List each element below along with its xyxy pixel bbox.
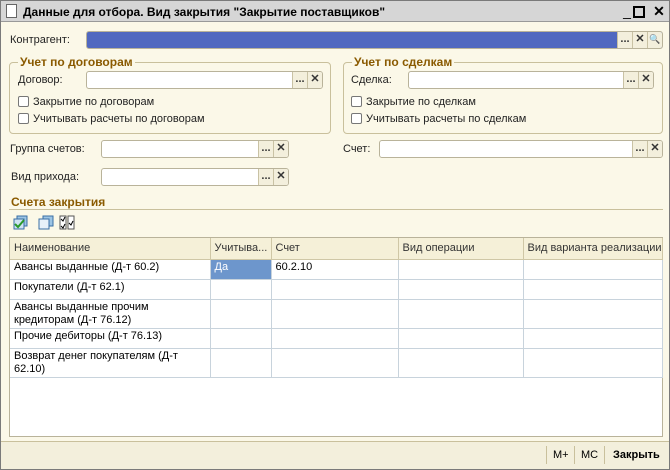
cell-name[interactable]: Авансы выданные (Д-т 60.2)	[10, 259, 211, 280]
account-by-deals-checkbox[interactable]	[351, 113, 362, 124]
section-divider	[9, 209, 663, 210]
memory-clear-button[interactable]: MC	[581, 449, 598, 461]
cell-consider[interactable]	[210, 299, 272, 329]
cell-consider[interactable]	[210, 348, 272, 378]
kontragent-clear-button[interactable]: ✕	[632, 32, 647, 48]
cell-realization-variant[interactable]	[523, 328, 663, 349]
cell-operation-type[interactable]	[398, 259, 524, 280]
table-header-row: Наименование Учитыва... Счет Вид операци…	[10, 238, 663, 260]
income-type-field[interactable]: ... ✕	[101, 168, 289, 186]
close-by-contracts-checkbox[interactable]	[18, 96, 29, 107]
account-label: Счет:	[343, 143, 371, 155]
separator	[546, 446, 547, 464]
group-contracts-title: Учет по договорам	[18, 55, 135, 69]
cell-account[interactable]	[271, 299, 399, 329]
account-group-label: Группа счетов:	[10, 143, 85, 155]
account-by-contracts-label: Учитывать расчеты по договорам	[33, 113, 205, 125]
account-by-deals-label: Учитывать расчеты по сделкам	[366, 113, 527, 125]
contract-clear-button[interactable]: ✕	[307, 72, 322, 88]
deal-label: Сделка:	[351, 74, 392, 86]
kontragent-select-button[interactable]: ...	[617, 32, 632, 48]
cell-realization-variant[interactable]	[523, 279, 663, 300]
column-header-consider[interactable]: Учитыва...	[210, 238, 272, 260]
cell-account[interactable]: 60.2.10	[271, 259, 399, 280]
check-all-icon[interactable]	[13, 215, 29, 230]
contract-label: Договор:	[18, 74, 63, 86]
income-type-label: Вид прихода:	[11, 171, 80, 183]
cell-realization-variant[interactable]	[523, 259, 663, 280]
closing-accounts-table: Наименование Учитыва... Счет Вид операци…	[10, 238, 663, 378]
column-header-realization-variant[interactable]: Вид варианта реализации	[523, 238, 663, 260]
table-row[interactable]: Авансы выданные прочим кредиторам (Д-т 7…	[10, 299, 663, 329]
deal-clear-button[interactable]: ✕	[638, 72, 653, 88]
separator	[574, 446, 575, 464]
close-by-contracts-label: Закрытие по договорам	[33, 96, 155, 108]
cell-realization-variant[interactable]	[523, 299, 663, 329]
column-header-name[interactable]: Наименование	[10, 238, 211, 260]
contract-field[interactable]: ... ✕	[86, 71, 323, 89]
cell-name[interactable]: Прочие дебиторы (Д-т 76.13)	[10, 328, 211, 349]
cell-name[interactable]: Возврат денег покупателям (Д-т 62.10)	[10, 348, 211, 378]
cell-account[interactable]	[271, 328, 399, 349]
cell-name[interactable]: Авансы выданные прочим кредиторам (Д-т 7…	[10, 299, 211, 329]
deal-select-button[interactable]: ...	[623, 72, 638, 88]
memory-plus-button[interactable]: M+	[553, 449, 569, 461]
dialog-window: Данные для отбора. Вид закрытия "Закрыти…	[0, 0, 670, 470]
group-deals-title: Учет по сделкам	[352, 55, 455, 69]
account-select-button[interactable]: ...	[632, 141, 647, 157]
column-header-account[interactable]: Счет	[271, 238, 399, 260]
table-row[interactable]: Возврат денег покупателям (Д-т 62.10)	[10, 348, 663, 378]
contract-select-button[interactable]: ...	[292, 72, 307, 88]
close-by-deals-label: Закрытие по сделкам	[366, 96, 476, 108]
bottom-bar: M+ MC Закрыть	[1, 441, 669, 469]
account-field[interactable]: ... ✕	[379, 140, 663, 158]
cell-account[interactable]	[271, 279, 399, 300]
invert-check-icon[interactable]	[59, 215, 75, 230]
window-title: Данные для отбора. Вид закрытия "Закрыти…	[23, 5, 386, 19]
uncheck-all-icon[interactable]	[38, 215, 54, 230]
table-row[interactable]: Покупатели (Д-т 62.1)	[10, 279, 663, 300]
kontragent-label: Контрагент:	[10, 34, 70, 46]
close-window-button[interactable]: ✕	[651, 3, 667, 19]
income-type-select-button[interactable]: ...	[258, 169, 273, 185]
cell-operation-type[interactable]	[398, 279, 524, 300]
title-bar: Данные для отбора. Вид закрытия "Закрыти…	[1, 1, 669, 22]
cell-operation-type[interactable]	[398, 348, 524, 378]
kontragent-field[interactable]: ... ✕ 🔍	[86, 31, 663, 49]
account-clear-button[interactable]: ✕	[647, 141, 662, 157]
cell-consider[interactable]	[210, 279, 272, 300]
account-group-clear-button[interactable]: ✕	[273, 141, 288, 157]
table-row[interactable]: Авансы выданные (Д-т 60.2) Да 60.2.10	[10, 259, 663, 280]
close-by-deals-checkbox[interactable]	[351, 96, 362, 107]
account-by-contracts-checkbox[interactable]	[18, 113, 29, 124]
deal-field[interactable]: ... ✕	[408, 71, 654, 89]
income-type-clear-button[interactable]: ✕	[273, 169, 288, 185]
cell-realization-variant[interactable]	[523, 348, 663, 378]
section-title: Счета закрытия	[11, 195, 106, 209]
maximize-button[interactable]	[633, 6, 645, 18]
cell-account[interactable]	[271, 348, 399, 378]
close-button[interactable]: Закрыть	[613, 449, 660, 461]
cell-consider[interactable]: Да	[210, 259, 272, 280]
account-group-field[interactable]: ... ✕	[101, 140, 289, 158]
cell-name[interactable]: Покупатели (Д-т 62.1)	[10, 279, 211, 300]
kontragent-search-icon[interactable]: 🔍	[647, 32, 662, 48]
separator	[604, 446, 605, 464]
cell-operation-type[interactable]	[398, 299, 524, 329]
column-header-operation-type[interactable]: Вид операции	[398, 238, 524, 260]
account-group-select-button[interactable]: ...	[258, 141, 273, 157]
cell-operation-type[interactable]	[398, 328, 524, 349]
document-icon	[6, 4, 17, 18]
table-row[interactable]: Прочие дебиторы (Д-т 76.13)	[10, 328, 663, 349]
cell-consider[interactable]	[210, 328, 272, 349]
